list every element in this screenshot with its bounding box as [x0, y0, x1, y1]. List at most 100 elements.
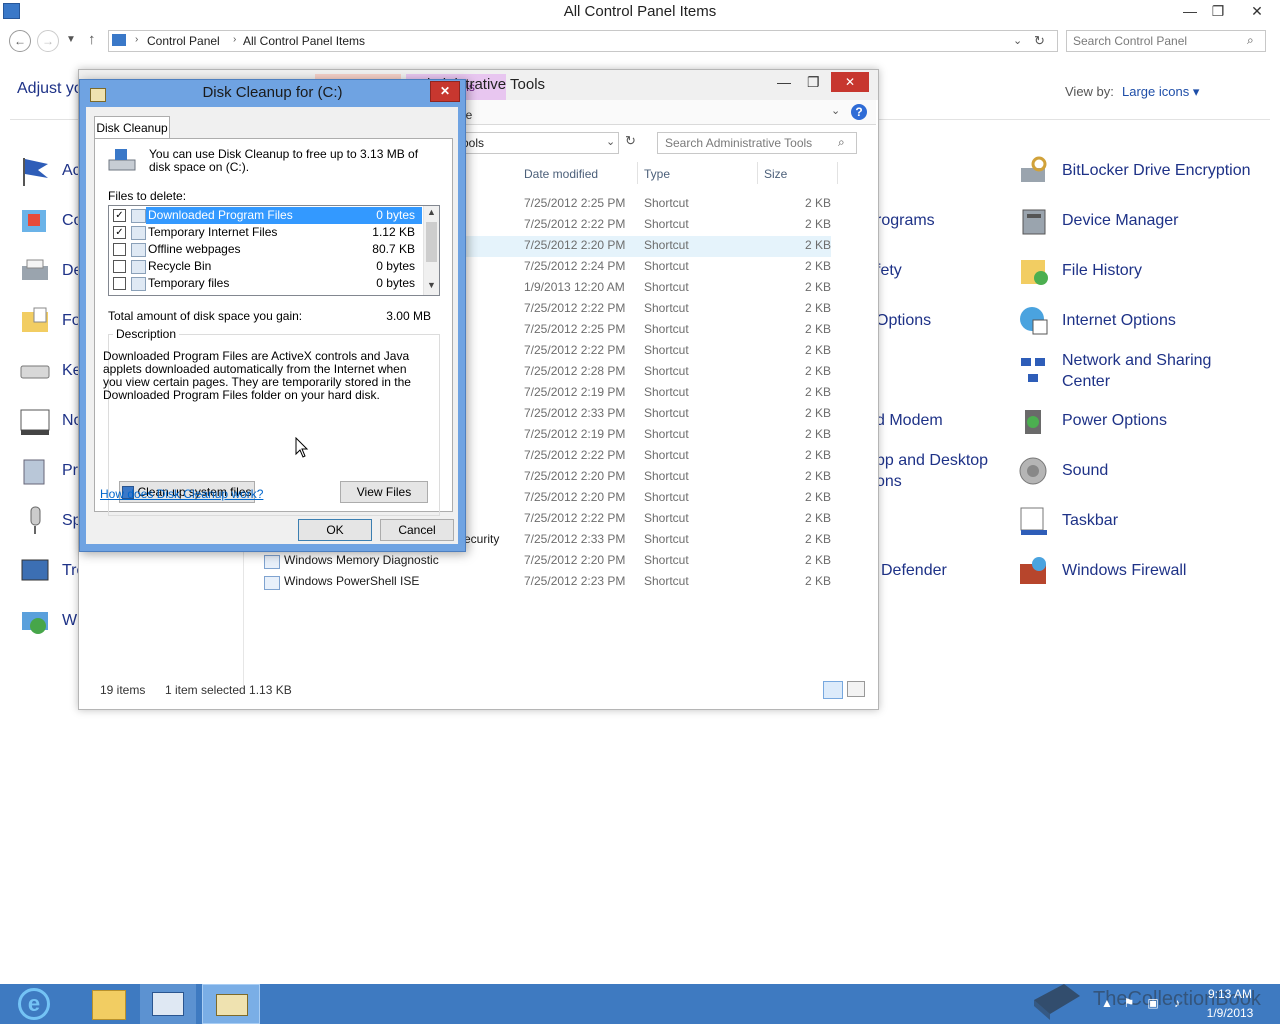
refresh-icon[interactable]: ↻ — [1034, 33, 1045, 49]
row-type[interactable]: Shortcut — [644, 385, 689, 399]
refresh-icon[interactable]: ↻ — [625, 133, 636, 149]
row-type[interactable]: Shortcut — [644, 490, 689, 504]
row-type[interactable]: Shortcut — [644, 511, 689, 525]
row-date[interactable]: 7/25/2012 2:22 PM — [524, 343, 625, 357]
checkbox[interactable] — [113, 260, 126, 273]
row-date[interactable]: 7/25/2012 2:19 PM — [524, 427, 625, 441]
chevron-right-icon[interactable]: › — [135, 34, 138, 45]
breadcrumb-control-panel[interactable]: Control Panel — [147, 34, 220, 48]
row-type[interactable]: Shortcut — [644, 364, 689, 378]
row-date[interactable]: 7/25/2012 2:20 PM — [524, 469, 625, 483]
address-bar[interactable]: ools ⌄ — [459, 132, 619, 154]
column-separator[interactable] — [757, 162, 758, 184]
cp-item-internet-options[interactable]: Internet Options — [1062, 312, 1176, 330]
cp-item-remoteapp[interactable]: pp and Desktop — [876, 452, 988, 470]
row-date[interactable]: 7/25/2012 2:19 PM — [524, 385, 625, 399]
address-bar[interactable]: › Control Panel › All Control Panel Item… — [108, 30, 1058, 52]
row-date[interactable]: 7/25/2012 2:22 PM — [524, 217, 625, 231]
row-size[interactable]: 2 KB — [759, 364, 831, 378]
taskbar-disk-cleanup-button[interactable] — [202, 984, 260, 1024]
checkbox[interactable] — [113, 243, 126, 256]
chevron-down-icon[interactable]: ⌄ — [606, 135, 615, 148]
row-date[interactable]: 7/25/2012 2:22 PM — [524, 448, 625, 462]
clock-time[interactable]: 9:13 AM — [1190, 987, 1270, 1001]
row-size[interactable]: 2 KB — [759, 217, 831, 231]
cp-item-sound[interactable]: Sound — [1062, 462, 1108, 480]
column-type[interactable]: Type — [644, 167, 670, 181]
maximize-button[interactable]: ❐ — [1204, 0, 1232, 22]
row-name[interactable]: Windows PowerShell ISE — [284, 574, 419, 588]
details-view-icon[interactable] — [823, 681, 843, 699]
scrollbar[interactable]: ▲ ▼ — [423, 206, 439, 295]
row-size[interactable]: 2 KB — [759, 322, 831, 336]
cp-item-network-sharing[interactable]: Network and Sharing — [1062, 352, 1211, 370]
row-date[interactable]: 7/25/2012 2:22 PM — [524, 511, 625, 525]
row-type[interactable]: Shortcut — [644, 280, 689, 294]
cp-item-file-history[interactable]: File History — [1062, 262, 1142, 280]
row-name[interactable]: ecurity — [464, 532, 499, 546]
action-center-flag-icon[interactable]: ⚑ — [1122, 996, 1136, 1010]
column-date-modified[interactable]: Date modified — [524, 167, 598, 181]
list-item[interactable]: Temporary files 0 bytes — [109, 275, 423, 292]
row-size[interactable]: 2 KB — [759, 238, 831, 252]
row-date[interactable]: 7/25/2012 2:25 PM — [524, 322, 625, 336]
close-button[interactable]: ✕ — [430, 81, 460, 102]
clock-date[interactable]: 1/9/2013 — [1190, 1006, 1270, 1020]
row-type[interactable]: Shortcut — [644, 238, 689, 252]
row-date[interactable]: 7/25/2012 2:33 PM — [524, 406, 625, 420]
row-date[interactable]: 7/25/2012 2:33 PM — [524, 532, 625, 546]
row-size[interactable]: 2 KB — [759, 301, 831, 315]
view-by-dropdown[interactable]: Large icons ▾ — [1122, 84, 1199, 100]
expand-ribbon-icon[interactable]: ⌄ — [831, 104, 840, 117]
cp-item-indexing-options[interactable]: Options — [876, 312, 931, 330]
row-date[interactable]: 7/25/2012 2:24 PM — [524, 259, 625, 273]
view-files-button[interactable]: View Files — [340, 481, 428, 503]
row-size[interactable]: 2 KB — [759, 406, 831, 420]
taskbar-control-panel-button[interactable] — [140, 984, 196, 1024]
chevron-right-icon[interactable]: › — [233, 34, 236, 45]
list-item[interactable]: ✓ Temporary Internet Files 1.12 KB — [109, 224, 423, 241]
row-type[interactable]: Shortcut — [644, 301, 689, 315]
row-date[interactable]: 7/25/2012 2:23 PM — [524, 574, 625, 588]
help-link[interactable]: How does Disk Cleanup work? — [100, 487, 263, 501]
scroll-down-icon[interactable]: ▼ — [427, 280, 436, 290]
row-name[interactable]: Windows Memory Diagnostic — [284, 553, 439, 567]
column-separator[interactable] — [637, 162, 638, 184]
checkbox[interactable]: ✓ — [113, 226, 126, 239]
cp-item-default-programs[interactable]: rograms — [876, 212, 935, 230]
row-type[interactable]: Shortcut — [644, 217, 689, 231]
row-type[interactable]: Shortcut — [644, 259, 689, 273]
tab-disk-cleanup[interactable]: Disk Cleanup — [94, 116, 170, 139]
column-size[interactable]: Size — [764, 167, 787, 181]
row-size[interactable]: 2 KB — [759, 259, 831, 273]
row-type[interactable]: Shortcut — [644, 196, 689, 210]
show-hidden-icons-icon[interactable]: ▲ — [1100, 996, 1114, 1010]
checkbox[interactable] — [113, 277, 126, 290]
list-item[interactable]: ✓ Downloaded Program Files 0 bytes — [109, 207, 423, 224]
row-type[interactable]: Shortcut — [644, 343, 689, 357]
back-icon[interactable]: ← — [9, 30, 31, 52]
row-type[interactable]: Shortcut — [644, 532, 689, 546]
row-size[interactable]: 2 KB — [759, 343, 831, 357]
row-date[interactable]: 7/25/2012 2:20 PM — [524, 238, 625, 252]
search-icon[interactable]: ⌕ — [1247, 33, 1254, 48]
cp-item-family-safety[interactable]: fety — [876, 262, 902, 280]
cp-item-phone-modem[interactable]: d Modem — [876, 412, 943, 430]
row-date[interactable]: 7/25/2012 2:25 PM — [524, 196, 625, 210]
row-date[interactable]: 7/25/2012 2:20 PM — [524, 553, 625, 567]
recent-locations-icon[interactable]: ▼ — [66, 34, 76, 45]
search-input[interactable]: Search Administrative Tools ⌕ — [657, 132, 857, 154]
row-size[interactable]: 2 KB — [759, 469, 831, 483]
maximize-button[interactable]: ❐ — [807, 74, 820, 91]
row-size[interactable]: 2 KB — [759, 553, 831, 567]
cp-item-network-sharing-line2[interactable]: Center — [1062, 373, 1110, 391]
chevron-down-icon[interactable]: ⌄ — [1013, 34, 1022, 47]
column-separator[interactable] — [837, 162, 838, 184]
large-icons-view-icon[interactable] — [847, 681, 865, 697]
row-size[interactable]: 2 KB — [759, 196, 831, 210]
cp-item-windows-firewall[interactable]: Windows Firewall — [1062, 562, 1186, 580]
files-list[interactable]: ✓ Downloaded Program Files 0 bytes ✓ Tem… — [108, 205, 440, 296]
network-icon[interactable]: ▣ — [1146, 996, 1160, 1010]
row-type[interactable]: Shortcut — [644, 469, 689, 483]
cp-item-pr[interactable]: Pr — [62, 462, 78, 480]
